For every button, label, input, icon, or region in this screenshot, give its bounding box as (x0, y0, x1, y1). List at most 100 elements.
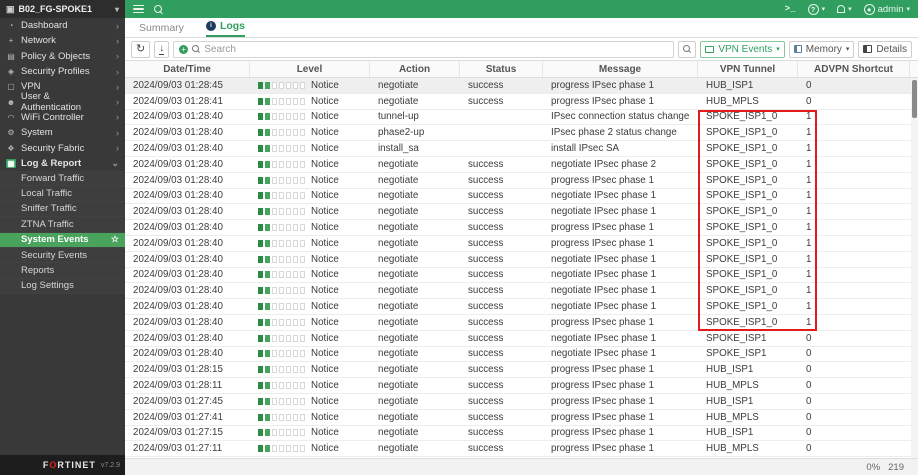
sidebar-item-dashboard[interactable]: ◔ Dashboard › (0, 18, 125, 33)
chevron-down-icon: ▾ (821, 6, 826, 13)
table-row[interactable]: 2024/09/03 01:28:15 Notice negotiate succes… (125, 362, 918, 379)
table-row[interactable]: 2024/09/03 01:27:11 Notice negotiate succes… (125, 441, 918, 458)
search-button[interactable] (678, 40, 697, 58)
cell-advpn-shortcut: 1 (806, 206, 812, 218)
device-selector[interactable]: ▣ B02_FG-SPOKE1 ▾ (0, 0, 125, 18)
table-row[interactable]: 2024/09/03 01:28:11 Notice negotiate succes… (125, 378, 918, 394)
level-label: Notice (311, 222, 339, 234)
sidebar-item-user-authentication[interactable]: ☻ User & Authentication › (0, 91, 125, 113)
firmware-version: v7.2.9 (100, 461, 120, 469)
table-row[interactable]: 2024/09/03 01:28:40 Notice tunnel-up IPsec … (125, 109, 918, 126)
cell-action: negotiate (378, 95, 419, 107)
status-bar: 0% 219 (125, 458, 918, 475)
column-header-action[interactable]: Action (370, 61, 460, 77)
global-search-icon[interactable] (154, 4, 163, 14)
favorite-star-icon[interactable]: ☆ (111, 234, 119, 245)
sidebar-item-policy-objects[interactable]: ▤ Policy & Objects › (0, 49, 125, 64)
cell-message: install IPsec SA (551, 143, 620, 155)
cell-action: negotiate (378, 316, 419, 328)
cell-message: negotiate IPsec phase 2 (551, 158, 657, 170)
sidebar-item-label: Network (21, 35, 56, 47)
cell-datetime: 2024/09/03 01:28:40 (133, 174, 223, 186)
sidebar-item-log-report[interactable]: ▦ Log & Report ⌄ (0, 156, 125, 171)
table-row[interactable]: 2024/09/03 01:28:40 Notice negotiate succes… (125, 188, 918, 205)
load-progress: 0% (866, 461, 881, 473)
column-header-advpn-shortcut[interactable]: ADVPN Shortcut (798, 61, 910, 77)
sidebar-item-network[interactable]: + Network › (0, 33, 125, 48)
table-row[interactable]: 2024/09/03 01:28:40 Notice install_sa insta… (125, 141, 918, 157)
user-menu[interactable]: ● admin ▾ (863, 3, 910, 15)
tab-summary[interactable]: Summary (139, 22, 184, 37)
hamburger-menu-icon[interactable] (133, 4, 144, 14)
download-button[interactable]: ↓ (154, 40, 170, 58)
scrollbar-thumb[interactable] (912, 80, 917, 118)
add-filter-icon[interactable]: + (179, 44, 189, 54)
cell-status: success (468, 253, 504, 265)
table-row[interactable]: 2024/09/03 01:27:15 Notice negotiate succes… (125, 425, 918, 442)
table-row[interactable]: 2024/09/03 01:28:40 Notice negotiate succes… (125, 267, 918, 284)
cell-vpn-tunnel: HUB_MPLS (706, 380, 759, 392)
sidebar-item-security-fabric[interactable]: ❖ Security Fabric › (0, 140, 125, 155)
cell-action: tunnel-up (378, 111, 419, 123)
table-row[interactable]: 2024/09/03 01:28:40 Notice negotiate succes… (125, 172, 918, 189)
table-row[interactable]: 2024/09/03 01:27:45 Notice negotiate succes… (125, 393, 918, 410)
sidebar-item-ztna-traffic[interactable]: ZTNA Traffic (0, 217, 125, 233)
sidebar-item-log-settings[interactable]: Log Settings (0, 278, 125, 295)
table-row[interactable]: 2024/09/03 01:28:40 Notice negotiate succes… (125, 299, 918, 315)
log-type-dropdown[interactable]: VPN Events ▾ (700, 40, 785, 58)
table-row[interactable]: 2024/09/03 01:28:40 Notice negotiate succes… (125, 251, 918, 268)
wifi-icon: ◠ (7, 112, 15, 122)
search-input[interactable] (204, 43, 669, 55)
table-row[interactable]: 2024/09/03 01:28:40 Notice negotiate succes… (125, 330, 918, 347)
table-row[interactable]: 2024/09/03 01:28:40 Notice negotiate succes… (125, 346, 918, 363)
cell-advpn-shortcut: 1 (806, 237, 812, 249)
cell-message: negotiate IPsec phase 1 (551, 348, 657, 360)
cell-datetime: 2024/09/03 01:28:40 (133, 316, 223, 328)
table-row[interactable]: 2024/09/03 01:28:40 Notice negotiate succes… (125, 314, 918, 331)
table-row[interactable]: 2024/09/03 01:28:40 Notice negotiate succes… (125, 204, 918, 221)
chevron-down-icon: ▾ (114, 4, 119, 14)
column-header-level[interactable]: Level (250, 61, 370, 77)
column-header-vpn-tunnel[interactable]: VPN Tunnel (698, 61, 798, 77)
details-button[interactable]: Details (858, 40, 912, 58)
table-row[interactable]: 2024/09/03 01:28:45 Notice negotiate succes… (125, 78, 918, 94)
cli-console-icon[interactable]: >_ (785, 4, 796, 14)
table-row[interactable]: 2024/09/03 01:28:41 Notice negotiate succes… (125, 93, 918, 110)
top-navbar: >_ ? ▾ ▾ ● admin ▾ (125, 0, 918, 18)
cell-datetime: 2024/09/03 01:28:40 (133, 253, 223, 265)
cell-status: success (468, 206, 504, 218)
column-header-date-time[interactable]: Date/Time (125, 61, 250, 77)
help-menu[interactable]: ? ▾ (807, 3, 826, 15)
cell-advpn-shortcut: 0 (806, 443, 812, 455)
sidebar-item-forward-traffic[interactable]: Forward Traffic (0, 170, 125, 187)
level-label: Notice (311, 348, 339, 360)
table-row[interactable]: 2024/09/03 01:28:40 Notice phase2-up IPsec … (125, 125, 918, 142)
sidebar-item-system[interactable]: ⚙ System › (0, 125, 125, 140)
table-row[interactable]: 2024/09/03 01:28:40 Notice negotiate succes… (125, 283, 918, 300)
table-row[interactable]: 2024/09/03 01:28:40 Notice negotiate succes… (125, 235, 918, 252)
cell-advpn-shortcut: 1 (806, 253, 812, 265)
table-row[interactable]: 2024/09/03 01:28:40 Notice negotiate succes… (125, 220, 918, 236)
sidebar-item-local-traffic[interactable]: Local Traffic (0, 186, 125, 202)
cell-level: Notice (250, 426, 370, 441)
cell-datetime: 2024/09/03 01:28:15 (133, 364, 223, 376)
column-header-status[interactable]: Status (460, 61, 543, 77)
sidebar-item-system-events[interactable]: System Events ☆ (0, 232, 125, 248)
sidebar-item-security-profiles[interactable]: ◈ Security Profiles › (0, 64, 125, 79)
table-row[interactable]: 2024/09/03 01:28:40 Notice negotiate succes… (125, 156, 918, 173)
sidebar-item-security-events[interactable]: Security Events (0, 247, 125, 264)
column-header-message[interactable]: Message (543, 61, 698, 77)
cell-vpn-tunnel: HUB_MPLS (706, 443, 759, 455)
chevron-down-icon: ▾ (848, 6, 852, 13)
cell-level: Notice (250, 220, 370, 235)
cell-status: success (468, 443, 504, 455)
table-row[interactable]: 2024/09/03 01:27:41 Notice negotiate succes… (125, 409, 918, 426)
refresh-button[interactable]: ↻ (131, 40, 151, 58)
vertical-scrollbar[interactable] (911, 78, 918, 458)
sidebar-item-sniffer-traffic[interactable]: Sniffer Traffic (0, 201, 125, 218)
cell-vpn-tunnel: SPOKE_ISP1_0 (706, 222, 778, 234)
sidebar-item-reports[interactable]: Reports (0, 263, 125, 279)
log-source-dropdown[interactable]: Memory ▾ (788, 40, 855, 58)
tab-logs[interactable]: i Logs (205, 20, 246, 37)
notifications-menu[interactable]: ▾ (837, 5, 852, 13)
